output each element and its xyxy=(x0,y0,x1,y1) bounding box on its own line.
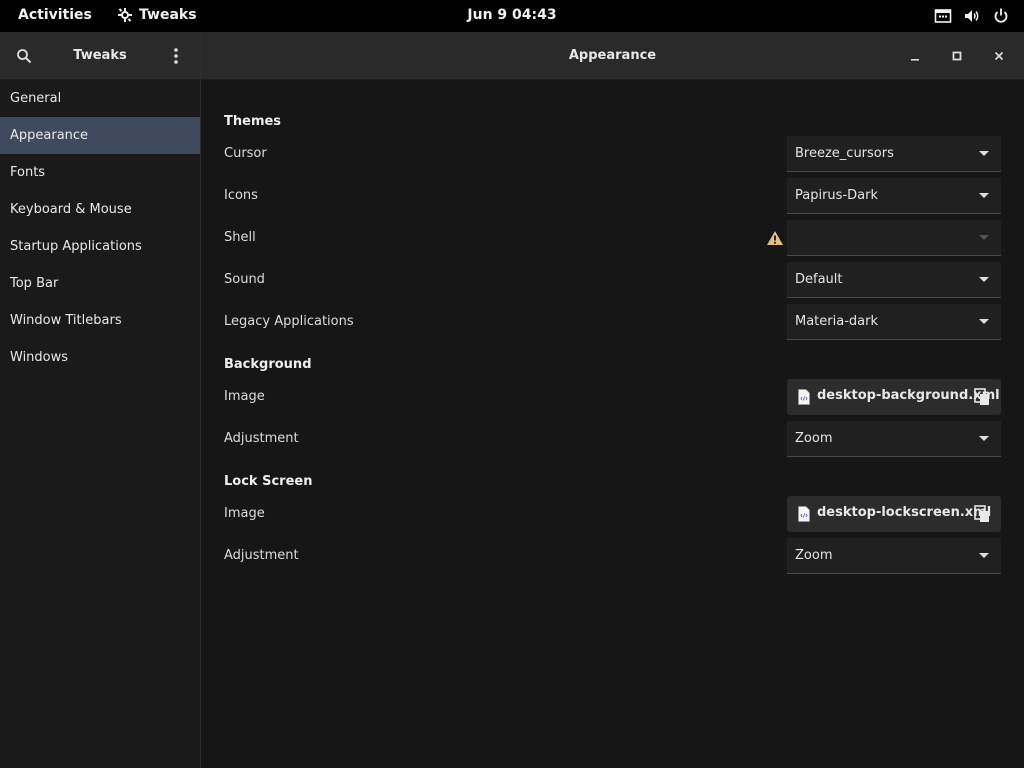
sidebar-item-fonts[interactable]: Fonts xyxy=(0,154,200,191)
status-area[interactable] xyxy=(934,7,1010,25)
xml-file-icon xyxy=(798,389,810,405)
legacy-applications-label: Legacy Applications xyxy=(224,314,354,329)
lock-screen-image-button[interactable]: desktop-lockscreen.xml xyxy=(787,496,1001,532)
cursor-label: Cursor xyxy=(224,146,267,161)
window-title: Appearance xyxy=(568,48,657,63)
file-picker-icon xyxy=(974,388,989,405)
background-image-button[interactable]: desktop-background.xml xyxy=(787,379,1001,415)
sidebar-item-startup-applications[interactable]: Startup Applications xyxy=(0,228,200,265)
minimize-button[interactable] xyxy=(905,46,925,66)
icons-combo[interactable]: Papirus-Dark xyxy=(787,178,1001,214)
background-adjustment-value: Zoom xyxy=(795,431,833,446)
menu-icon[interactable] xyxy=(168,46,184,66)
maximize-button[interactable] xyxy=(947,46,967,66)
volume-icon xyxy=(965,10,979,22)
icons-label: Icons xyxy=(224,188,258,203)
power-icon xyxy=(994,8,1008,23)
cursor-value: Breeze_cursors xyxy=(795,146,894,161)
screen-icon xyxy=(934,9,952,23)
background-image-filename: desktop-background.xml xyxy=(817,388,1000,403)
chevron-down-icon xyxy=(979,235,989,240)
lock-screen-image-filename: desktop-lockscreen.xml xyxy=(817,505,992,520)
themes-heading: Themes xyxy=(224,114,282,129)
chevron-down-icon xyxy=(979,436,989,441)
maximize-icon xyxy=(952,51,962,61)
background-image-label: Image xyxy=(224,389,265,404)
xml-file-icon xyxy=(798,506,810,522)
appearance-panel: Themes Cursor Breeze_cursors Icons Papir… xyxy=(201,80,1024,768)
sidebar-item-appearance[interactable]: Appearance xyxy=(0,117,200,154)
sidebar-item-window-titlebars[interactable]: Window Titlebars xyxy=(0,302,200,339)
lock-screen-heading: Lock Screen xyxy=(224,474,313,489)
sidebar-header: Tweaks xyxy=(0,32,200,80)
sidebar: General Appearance Fonts Keyboard & Mous… xyxy=(0,80,200,768)
sidebar-item-top-bar[interactable]: Top Bar xyxy=(0,265,200,302)
background-adjustment-combo[interactable]: Zoom xyxy=(787,421,1001,457)
clock[interactable]: Jun 9 04:43 xyxy=(0,7,1024,23)
lock-screen-image-label: Image xyxy=(224,506,265,521)
sound-value: Default xyxy=(795,272,843,287)
window-header: Appearance xyxy=(201,32,1024,80)
warning-icon xyxy=(767,231,783,245)
chevron-down-icon xyxy=(979,193,989,198)
sound-label: Sound xyxy=(224,272,265,287)
chevron-down-icon xyxy=(979,319,989,324)
sidebar-item-general[interactable]: General xyxy=(0,80,200,117)
legacy-applications-value: Materia-dark xyxy=(795,314,878,329)
shell-label: Shell xyxy=(224,230,256,245)
lock-screen-adjustment-combo[interactable]: Zoom xyxy=(787,538,1001,574)
background-heading: Background xyxy=(224,357,312,372)
legacy-applications-combo[interactable]: Materia-dark xyxy=(787,304,1001,340)
shell-combo[interactable] xyxy=(787,220,1001,256)
chevron-down-icon xyxy=(979,151,989,156)
close-button[interactable] xyxy=(989,46,1009,66)
sidebar-item-keyboard-mouse[interactable]: Keyboard & Mouse xyxy=(0,191,200,228)
chevron-down-icon xyxy=(979,277,989,282)
lock-screen-adjustment-value: Zoom xyxy=(795,548,833,563)
lock-screen-adjustment-label: Adjustment xyxy=(224,548,299,563)
icons-value: Papirus-Dark xyxy=(795,188,878,203)
sidebar-item-windows[interactable]: Windows xyxy=(0,339,200,376)
background-adjustment-label: Adjustment xyxy=(224,431,299,446)
close-icon xyxy=(994,51,1004,61)
sound-combo[interactable]: Default xyxy=(787,262,1001,298)
file-picker-icon xyxy=(974,505,989,522)
chevron-down-icon xyxy=(979,553,989,558)
minimize-icon xyxy=(911,59,919,61)
cursor-combo[interactable]: Breeze_cursors xyxy=(787,136,1001,172)
top-bar: Activities Tweaks Jun 9 04:43 xyxy=(0,0,1024,32)
